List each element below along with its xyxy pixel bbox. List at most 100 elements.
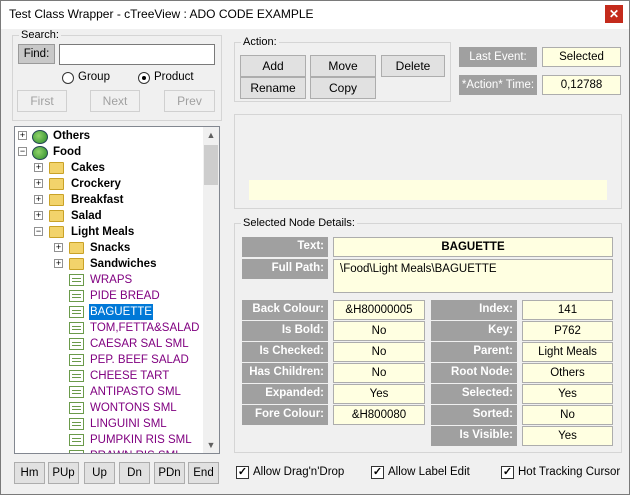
drag-drop-checkbox[interactable]: ✓ xyxy=(236,466,249,479)
detail-label: Is Checked: xyxy=(242,342,328,362)
expand-icon[interactable]: + xyxy=(54,259,63,268)
nav-button-up[interactable]: Up xyxy=(84,462,115,484)
tree-node[interactable]: LINGUINI SML xyxy=(15,416,203,432)
document-icon xyxy=(69,370,84,382)
tree-node[interactable]: + Sandwiches xyxy=(15,256,203,272)
document-icon xyxy=(69,274,84,286)
expand-icon[interactable]: + xyxy=(34,211,43,220)
tree-node-label: CAESAR SAL SML xyxy=(90,338,189,350)
tree-node-label: LINGUINI SML xyxy=(90,418,167,430)
tree-node[interactable]: + Cakes xyxy=(15,160,203,176)
label-edit-checkbox[interactable]: ✓ xyxy=(371,466,384,479)
tree-node[interactable]: + Snacks xyxy=(15,240,203,256)
folder-icon xyxy=(49,226,64,238)
detail-label: Is Bold: xyxy=(242,321,328,341)
document-icon xyxy=(69,418,84,430)
detail-label: Key: xyxy=(431,321,517,341)
tree-node[interactable]: ANTIPASTO SML xyxy=(15,384,203,400)
detail-label: Fore Colour: xyxy=(242,405,328,425)
tree-node-label: PRAWN RIS SML xyxy=(89,448,183,453)
tree-node[interactable]: BAGUETTE xyxy=(15,304,203,320)
nav-button-pdn[interactable]: PDn xyxy=(154,462,185,484)
expand-icon[interactable]: + xyxy=(34,163,43,172)
tree-node[interactable]: + Salad xyxy=(15,208,203,224)
add-button[interactable]: Add xyxy=(240,55,306,77)
tree-node-label: CHEESE TART xyxy=(90,370,170,382)
last-event-label: Last Event: xyxy=(459,47,537,67)
tree-node[interactable]: − Light Meals xyxy=(15,224,203,240)
first-button[interactable]: First xyxy=(17,90,67,112)
detail-label: Selected: xyxy=(431,384,517,404)
text-label: Text: xyxy=(242,237,328,257)
detail-label: Index: xyxy=(431,300,517,320)
collapse-icon[interactable]: − xyxy=(34,227,43,236)
radio-product-option[interactable] xyxy=(138,72,150,84)
tree-node-label: WRAPS xyxy=(90,274,133,286)
close-button[interactable]: ✕ xyxy=(605,5,623,23)
scroll-thumb[interactable] xyxy=(204,145,218,185)
detail-label: Parent: xyxy=(431,342,517,362)
tree-node[interactable]: PIDE BREAD xyxy=(15,288,203,304)
radio-group-option[interactable] xyxy=(62,72,74,84)
tree-node-label: Crockery xyxy=(71,178,121,190)
rename-button[interactable]: Rename xyxy=(240,77,306,99)
tree-node[interactable]: PEP. BEEF SALAD xyxy=(15,352,203,368)
tree-node[interactable]: WRAPS xyxy=(15,272,203,288)
label-edit-label: Allow Label Edit xyxy=(388,466,470,478)
tree-scrollbar[interactable]: ▲ ▼ xyxy=(203,127,219,453)
detail-label: Is Visible: xyxy=(431,426,517,446)
copy-button[interactable]: Copy xyxy=(310,77,376,99)
radio-product-label: Product xyxy=(154,71,194,83)
tree-node[interactable]: CAESAR SAL SML xyxy=(15,336,203,352)
tree-node-label: Others xyxy=(53,130,91,142)
detail-value: No xyxy=(333,321,425,341)
next-button[interactable]: Next xyxy=(90,90,140,112)
tree-node-label: Light Meals xyxy=(71,226,135,238)
tree-node-label: PUMPKIN RIS SML xyxy=(90,434,192,446)
folder-icon xyxy=(49,194,64,206)
nav-button-pup[interactable]: PUp xyxy=(48,462,79,484)
prev-button[interactable]: Prev xyxy=(164,90,215,112)
expand-icon[interactable]: + xyxy=(18,131,27,140)
tree-node[interactable]: WONTONS SML xyxy=(15,400,203,416)
tree-node[interactable]: + Others xyxy=(15,128,203,144)
delete-button[interactable]: Delete xyxy=(381,55,445,77)
detail-value: Light Meals xyxy=(522,342,613,362)
folder-icon xyxy=(69,258,84,270)
hot-tracking-checkbox[interactable]: ✓ xyxy=(501,466,514,479)
tree-node[interactable]: + Crockery xyxy=(15,176,203,192)
collapse-icon[interactable]: − xyxy=(18,147,27,156)
tree-node[interactable]: − Food xyxy=(15,144,203,160)
expand-icon[interactable]: + xyxy=(54,243,63,252)
document-icon xyxy=(69,402,84,414)
expand-icon[interactable]: + xyxy=(34,195,43,204)
tree-node[interactable]: PRAWN RIS SML xyxy=(15,448,203,453)
detail-label: Root Node: xyxy=(431,363,517,383)
folder-icon xyxy=(49,210,64,222)
expand-icon[interactable]: + xyxy=(34,179,43,188)
detail-value: &H80000005 xyxy=(333,300,425,320)
globe-folder-icon xyxy=(32,130,48,144)
tree-node-label: Sandwiches xyxy=(90,258,157,270)
detail-value: P762 xyxy=(522,321,613,341)
tree-node[interactable]: + Breakfast xyxy=(15,192,203,208)
tree-node[interactable]: CHEESE TART xyxy=(15,368,203,384)
tree-node-label: Food xyxy=(53,146,82,158)
document-icon xyxy=(69,290,84,302)
search-legend: Search: xyxy=(21,29,59,41)
move-button[interactable]: Move xyxy=(310,55,376,77)
scroll-down-arrow-icon[interactable]: ▼ xyxy=(203,437,219,453)
tree-view[interactable]: PRAWN RIS SML PUMPKIN RIS SML LINGUINI SML… xyxy=(14,126,220,454)
tree-node[interactable]: PUMPKIN RIS SML xyxy=(15,432,203,448)
find-input[interactable] xyxy=(59,44,215,65)
nav-button-hm[interactable]: Hm xyxy=(14,462,45,484)
tree-node-label: Salad xyxy=(71,210,102,222)
document-icon xyxy=(69,338,84,350)
status-panel xyxy=(234,114,622,209)
tree-node[interactable]: TOM,FETTA&SALAD xyxy=(15,320,203,336)
tree-node-label: WONTONS SML xyxy=(90,402,177,414)
scroll-up-arrow-icon[interactable]: ▲ xyxy=(203,127,219,143)
nav-button-end[interactable]: End xyxy=(188,462,219,484)
main-window: Test Class Wrapper - cTreeView : ADO COD… xyxy=(0,0,630,495)
nav-button-dn[interactable]: Dn xyxy=(119,462,150,484)
